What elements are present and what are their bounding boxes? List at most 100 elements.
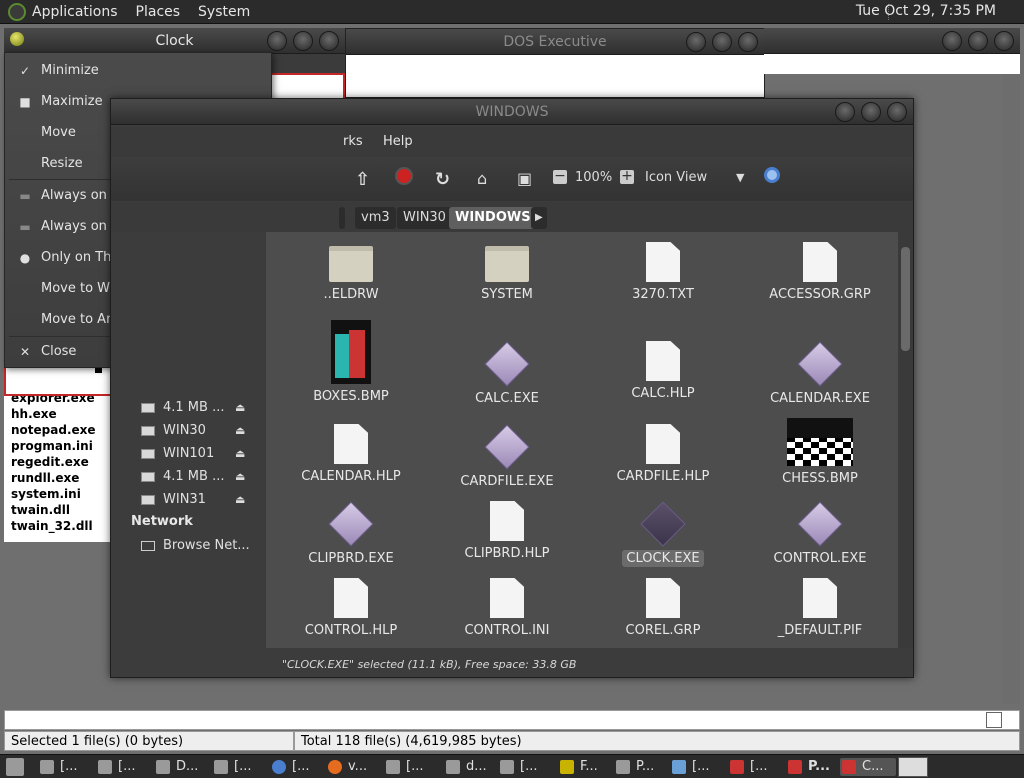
home-icon[interactable]: ⌂ xyxy=(477,169,487,188)
file-item[interactable]: BOXES.BMP xyxy=(276,320,426,405)
zoom-out-icon[interactable]: − xyxy=(553,169,567,184)
eject-icon[interactable]: ⏏ xyxy=(235,401,245,414)
file-item[interactable]: 3270.TXT xyxy=(588,242,738,303)
file-item[interactable]: CLIPBRD.EXE xyxy=(276,501,426,567)
up-icon[interactable]: ⇧ xyxy=(355,169,370,190)
list-item[interactable]: progman.ini xyxy=(11,438,111,454)
sidebar-item-drive2[interactable]: 4.1 MB ... xyxy=(163,467,224,487)
task-button[interactable]: v... xyxy=(326,758,367,776)
search-icon[interactable] xyxy=(764,167,780,188)
task-button[interactable]: [... xyxy=(270,758,309,776)
sidebar-item-drive1[interactable]: 4.1 MB ... xyxy=(163,398,224,418)
close-button[interactable] xyxy=(738,32,758,52)
computer-icon[interactable]: ▣ xyxy=(517,169,532,188)
menu-help[interactable]: Help xyxy=(383,134,413,149)
file-item[interactable]: SYSTEM xyxy=(432,242,582,303)
breadcrumb-vm3[interactable]: vm3 xyxy=(355,207,396,229)
window-menu-icon[interactable] xyxy=(10,32,24,46)
maximize-button[interactable] xyxy=(293,31,313,51)
list-item[interactable]: notepad.exe xyxy=(11,422,111,438)
menu-bookmarks[interactable]: rks xyxy=(343,134,363,149)
list-item[interactable]: twain_32.dll xyxy=(11,518,111,534)
task-button[interactable]: [... xyxy=(212,758,251,776)
dos-executive-titlebar[interactable]: DOS Executive xyxy=(346,29,764,55)
close-button[interactable] xyxy=(994,31,1014,51)
file-item[interactable]: CALENDAR.EXE xyxy=(745,341,895,407)
task-button-active[interactable]: C... xyxy=(840,758,896,776)
maximize-button[interactable] xyxy=(861,102,881,122)
view-mode-select[interactable]: Icon View xyxy=(645,170,707,185)
horizontal-scrollbar[interactable] xyxy=(4,710,1020,730)
file-icon-view[interactable]: ..ELDRW SYSTEM 3270.TXT ACCESSOR.GRP BOX… xyxy=(266,232,898,648)
file-item[interactable]: CONTROL.INI xyxy=(432,578,582,639)
show-desktop-icon[interactable] xyxy=(6,758,24,776)
breadcrumb-left-arrow[interactable] xyxy=(339,207,345,229)
minimize-button[interactable] xyxy=(267,31,287,51)
task-button[interactable]: [... xyxy=(670,758,709,776)
eject-icon[interactable]: ⏏ xyxy=(235,447,245,460)
chevron-down-icon[interactable]: ▼ xyxy=(736,171,744,184)
task-button[interactable]: [... xyxy=(38,758,77,776)
breadcrumb-win30[interactable]: WIN30 xyxy=(397,207,452,229)
eject-icon[interactable]: ⏏ xyxy=(235,470,245,483)
zoom-in-icon[interactable]: + xyxy=(620,169,634,184)
file-manager-titlebar[interactable]: WINDOWS xyxy=(111,99,913,125)
file-item[interactable]: CARDFILE.EXE xyxy=(432,424,582,490)
file-item[interactable]: ..ELDRW xyxy=(276,242,426,303)
task-button[interactable]: P... xyxy=(614,758,654,776)
file-item[interactable]: CALC.EXE xyxy=(432,341,582,407)
task-button[interactable]: [... xyxy=(498,758,537,776)
maximize-button[interactable] xyxy=(968,31,988,51)
breadcrumb-right-arrow[interactable]: ▶ xyxy=(531,207,547,229)
background-scrollbar[interactable] xyxy=(1003,74,1020,704)
menu-system[interactable]: System xyxy=(198,4,250,20)
file-item[interactable]: CLIPBRD.HLP xyxy=(432,501,582,562)
file-item[interactable]: ACCESSOR.GRP xyxy=(745,242,895,303)
eject-icon[interactable]: ⏏ xyxy=(235,424,245,437)
menu-item-minimize[interactable]: ✓ Minimize xyxy=(5,56,271,86)
file-item[interactable]: CARDFILE.HLP xyxy=(588,424,738,485)
file-item[interactable]: _DEFAULT.PIF xyxy=(745,578,895,639)
minimize-button[interactable] xyxy=(686,32,706,52)
list-item[interactable]: system.ini xyxy=(11,486,111,502)
maximize-button[interactable] xyxy=(712,32,732,52)
list-item[interactable]: regedit.exe xyxy=(11,454,111,470)
sidebar-item-browse-network[interactable]: Browse Net... xyxy=(163,536,250,556)
menu-places[interactable]: Places xyxy=(136,4,181,20)
panel-clock[interactable]: Tue Oct 29, 7:35 PM xyxy=(856,3,996,19)
task-button[interactable]: D... xyxy=(154,758,198,776)
close-button[interactable] xyxy=(319,31,339,51)
background-window-titlebar[interactable] xyxy=(764,28,1020,54)
list-item[interactable]: hh.exe xyxy=(11,406,111,422)
sidebar-item-win101[interactable]: WIN101 xyxy=(163,444,214,464)
task-button[interactable]: d... xyxy=(444,758,487,776)
minimize-button[interactable] xyxy=(942,31,962,51)
eject-icon[interactable]: ⏏ xyxy=(235,493,245,506)
file-item[interactable]: CONTROL.EXE xyxy=(745,501,895,567)
task-button[interactable]: [... xyxy=(384,758,423,776)
task-button[interactable]: F... xyxy=(558,758,598,776)
file-item[interactable]: CALC.HLP xyxy=(588,341,738,402)
stop-icon[interactable] xyxy=(395,167,413,190)
minimize-button[interactable] xyxy=(835,102,855,122)
sidebar-item-win30[interactable]: WIN30 xyxy=(163,421,206,441)
file-item-selected[interactable]: CLOCK.EXE xyxy=(588,501,738,567)
scrollbar-box[interactable] xyxy=(986,712,1002,728)
close-button[interactable] xyxy=(887,102,907,122)
sidebar-item-win31[interactable]: WIN31 xyxy=(163,490,206,510)
reload-icon[interactable]: ↻ xyxy=(435,169,450,190)
file-item[interactable]: COREL.GRP xyxy=(588,578,738,639)
distro-logo-icon[interactable] xyxy=(8,2,26,21)
menu-applications[interactable]: Applications xyxy=(32,4,118,20)
list-item[interactable]: twain.dll xyxy=(11,502,111,518)
task-button[interactable]: [... xyxy=(728,758,767,776)
scrollbar-thumb[interactable] xyxy=(901,247,910,351)
workspace-switcher[interactable] xyxy=(898,757,928,777)
list-item[interactable]: rundll.exe xyxy=(11,470,111,486)
file-item[interactable]: CHESS.BMP xyxy=(745,418,895,487)
breadcrumb-windows[interactable]: WINDOWS xyxy=(449,207,537,229)
clock-titlebar[interactable]: Clock xyxy=(4,28,345,54)
file-item[interactable]: CALENDAR.HLP xyxy=(276,424,426,485)
task-button[interactable]: [... xyxy=(96,758,135,776)
task-button[interactable]: P... xyxy=(786,758,830,776)
